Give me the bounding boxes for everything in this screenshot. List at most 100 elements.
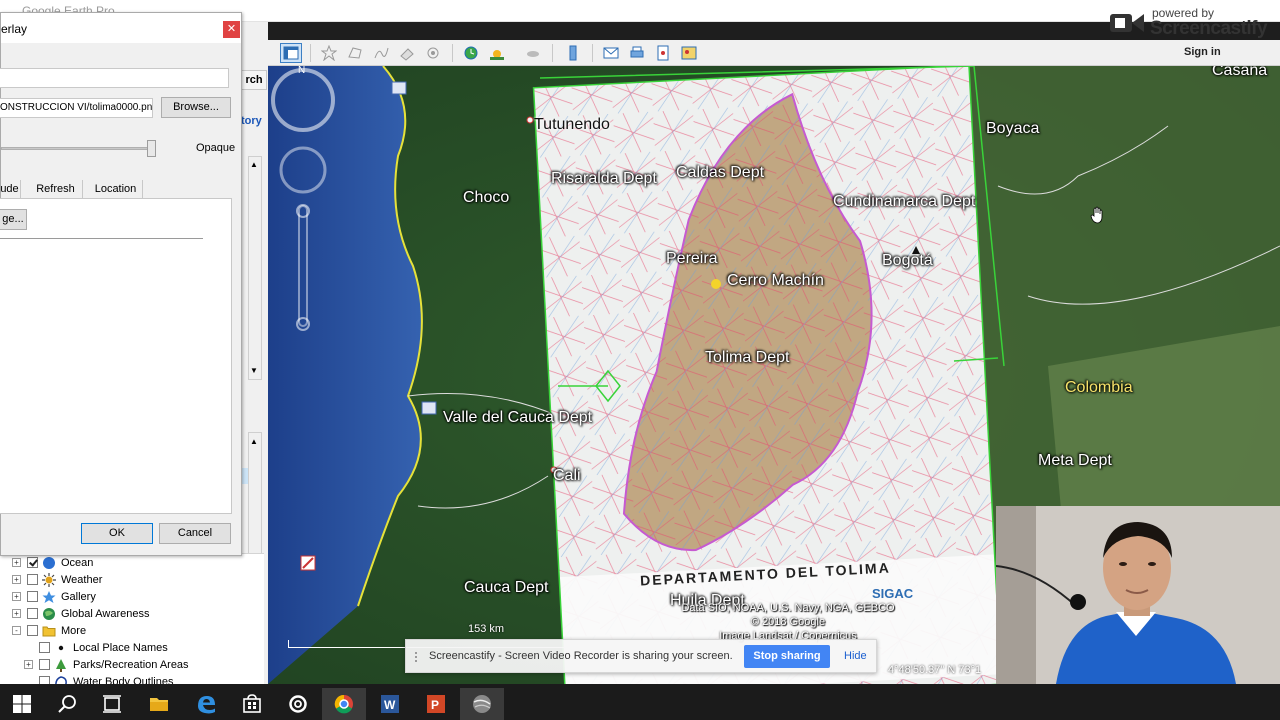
dialog-title: erlay [1, 22, 28, 36]
edge-icon[interactable] [184, 688, 228, 720]
tree-icon [56, 658, 66, 672]
tree-item-ocean[interactable]: + Ocean [12, 554, 93, 571]
placemark-icon[interactable] [318, 43, 340, 63]
scroll-down-icon[interactable]: ▼ [250, 366, 258, 375]
tree-checkbox[interactable] [27, 591, 38, 602]
cancel-button[interactable]: Cancel [159, 523, 231, 544]
tree-checkbox[interactable] [27, 608, 38, 619]
path-icon[interactable] [370, 43, 392, 63]
word-icon[interactable]: W [368, 688, 412, 720]
move-joystick-icon [279, 146, 327, 194]
tree-item-global-awareness[interactable]: + Global Awareness [12, 605, 149, 622]
map-label-risaralda[interactable]: Risaralda Dept [551, 170, 657, 188]
tab-location[interactable]: Location [89, 180, 143, 200]
map-label-tutunendo[interactable]: Tutunendo [534, 116, 610, 134]
transparency-slider[interactable] [1, 147, 151, 150]
settings-icon[interactable] [276, 688, 320, 720]
browse-button[interactable]: Browse... [161, 97, 231, 118]
hide-button[interactable]: Hide [844, 650, 867, 662]
sunlight-icon[interactable] [486, 43, 508, 63]
tree-checkbox[interactable] [39, 642, 50, 653]
planets-icon[interactable] [522, 43, 544, 63]
map-label-valle[interactable]: Valle del Cauca Dept [443, 409, 592, 427]
places-tree: + Ocean + Weather + Gallery + Global Awa… [0, 553, 264, 688]
globe-icon [43, 556, 55, 569]
scroll-up-icon[interactable]: ▲ [250, 437, 258, 446]
search-icon[interactable] [46, 688, 90, 720]
tree-item-label: Weather [61, 573, 103, 586]
expand-icon[interactable]: + [12, 609, 21, 618]
toolbar-edge [240, 40, 270, 66]
record-tour-icon[interactable] [422, 43, 444, 63]
webcam-person-image [996, 506, 1280, 684]
map-label-colombia[interactable]: Colombia [1065, 379, 1133, 397]
dot-icon [58, 645, 64, 650]
map-label-tolima[interactable]: Tolima Dept [705, 349, 789, 367]
print-icon[interactable] [626, 43, 648, 63]
search-button[interactable]: rch [241, 70, 267, 90]
map-label-meta[interactable]: Meta Dept [1038, 452, 1112, 470]
save-image-icon[interactable] [652, 43, 674, 63]
google-earth-icon[interactable] [460, 688, 504, 720]
file-explorer-icon[interactable] [137, 688, 181, 720]
change-icon-button[interactable]: ge... [0, 209, 27, 230]
map-label-bogota[interactable]: Bogotá [882, 252, 933, 270]
tree-item-label: Ocean [61, 556, 94, 569]
windows-start-icon[interactable] [0, 688, 44, 720]
tree-item-weather[interactable]: + Weather [12, 571, 102, 588]
map-label-cundinamarca[interactable]: Cundinamarca Dept [833, 193, 975, 211]
scroll-up-icon[interactable]: ▲ [250, 160, 258, 169]
sharing-message: Screencastify - Screen Video Recorder is… [429, 650, 733, 662]
tree-checkbox[interactable] [27, 574, 38, 585]
polygon-icon[interactable] [344, 43, 366, 63]
screen-sharing-bar: Screencastify - Screen Video Recorder is… [405, 639, 877, 673]
map-label-cauca[interactable]: Cauca Dept [464, 579, 549, 597]
tree-item-label: Local Place Names [73, 641, 168, 654]
tree-item-label: More [61, 624, 87, 637]
view-in-maps-icon[interactable] [678, 43, 700, 63]
tree-item-parks[interactable]: + Parks/Recreation Areas [24, 656, 189, 673]
expand-icon[interactable]: + [12, 575, 21, 584]
stop-sharing-button[interactable]: Stop sharing [744, 645, 830, 668]
task-view-icon[interactable] [90, 688, 134, 720]
tree-checkbox[interactable] [27, 625, 38, 636]
map-label-boyaca[interactable]: Boyaca [986, 120, 1039, 138]
map-label-casanare[interactable]: Casana [1212, 66, 1267, 80]
tree-item-gallery[interactable]: + Gallery [12, 588, 96, 605]
map-label-choco[interactable]: Choco [463, 189, 509, 207]
map-label-cali[interactable]: Cali [553, 467, 581, 485]
email-icon[interactable] [600, 43, 622, 63]
name-input[interactable] [0, 68, 229, 88]
expand-icon[interactable]: + [12, 558, 21, 567]
tree-checkbox[interactable] [27, 557, 38, 568]
close-icon[interactable]: ✕ [223, 21, 240, 38]
tab-history[interactable]: tory [241, 115, 262, 127]
tree-checkbox[interactable] [39, 659, 50, 670]
historical-imagery-icon[interactable] [460, 43, 482, 63]
tab-refresh[interactable]: Refresh [29, 180, 83, 200]
tree-item-local-place-names[interactable]: Local Place Names [39, 639, 168, 656]
map-label-pereira[interactable]: Pereira [666, 250, 718, 268]
expand-icon[interactable]: + [12, 592, 21, 601]
navigation-controls[interactable]: N [268, 66, 338, 346]
sign-in-link[interactable]: Sign in [1184, 46, 1221, 58]
svg-text:N: N [298, 66, 305, 76]
ruler-icon[interactable] [562, 43, 584, 63]
drag-handle-icon[interactable] [415, 652, 419, 662]
powerpoint-icon[interactable]: P [414, 688, 458, 720]
tab-altitude[interactable]: ude [0, 180, 21, 200]
map-label-caldas[interactable]: Caldas Dept [676, 164, 764, 182]
link-input[interactable]: ONSTRUCCION VI/tolima0000.png [0, 98, 153, 118]
slider-handle[interactable] [147, 140, 156, 157]
tree-item-more[interactable]: - More [12, 622, 86, 639]
sidebar-toggle-icon[interactable] [280, 43, 302, 63]
image-overlay-icon[interactable] [396, 43, 418, 63]
ok-button[interactable]: OK [81, 523, 153, 544]
expand-icon[interactable]: + [24, 660, 33, 669]
map-label-cerro-machin[interactable]: Cerro Machín [727, 272, 824, 290]
collapse-icon[interactable]: - [12, 626, 21, 635]
chrome-icon[interactable] [322, 688, 366, 720]
store-icon[interactable] [230, 688, 274, 720]
scrollbar[interactable] [248, 156, 262, 380]
copyright-line-2: © 2018 Google [750, 616, 826, 628]
